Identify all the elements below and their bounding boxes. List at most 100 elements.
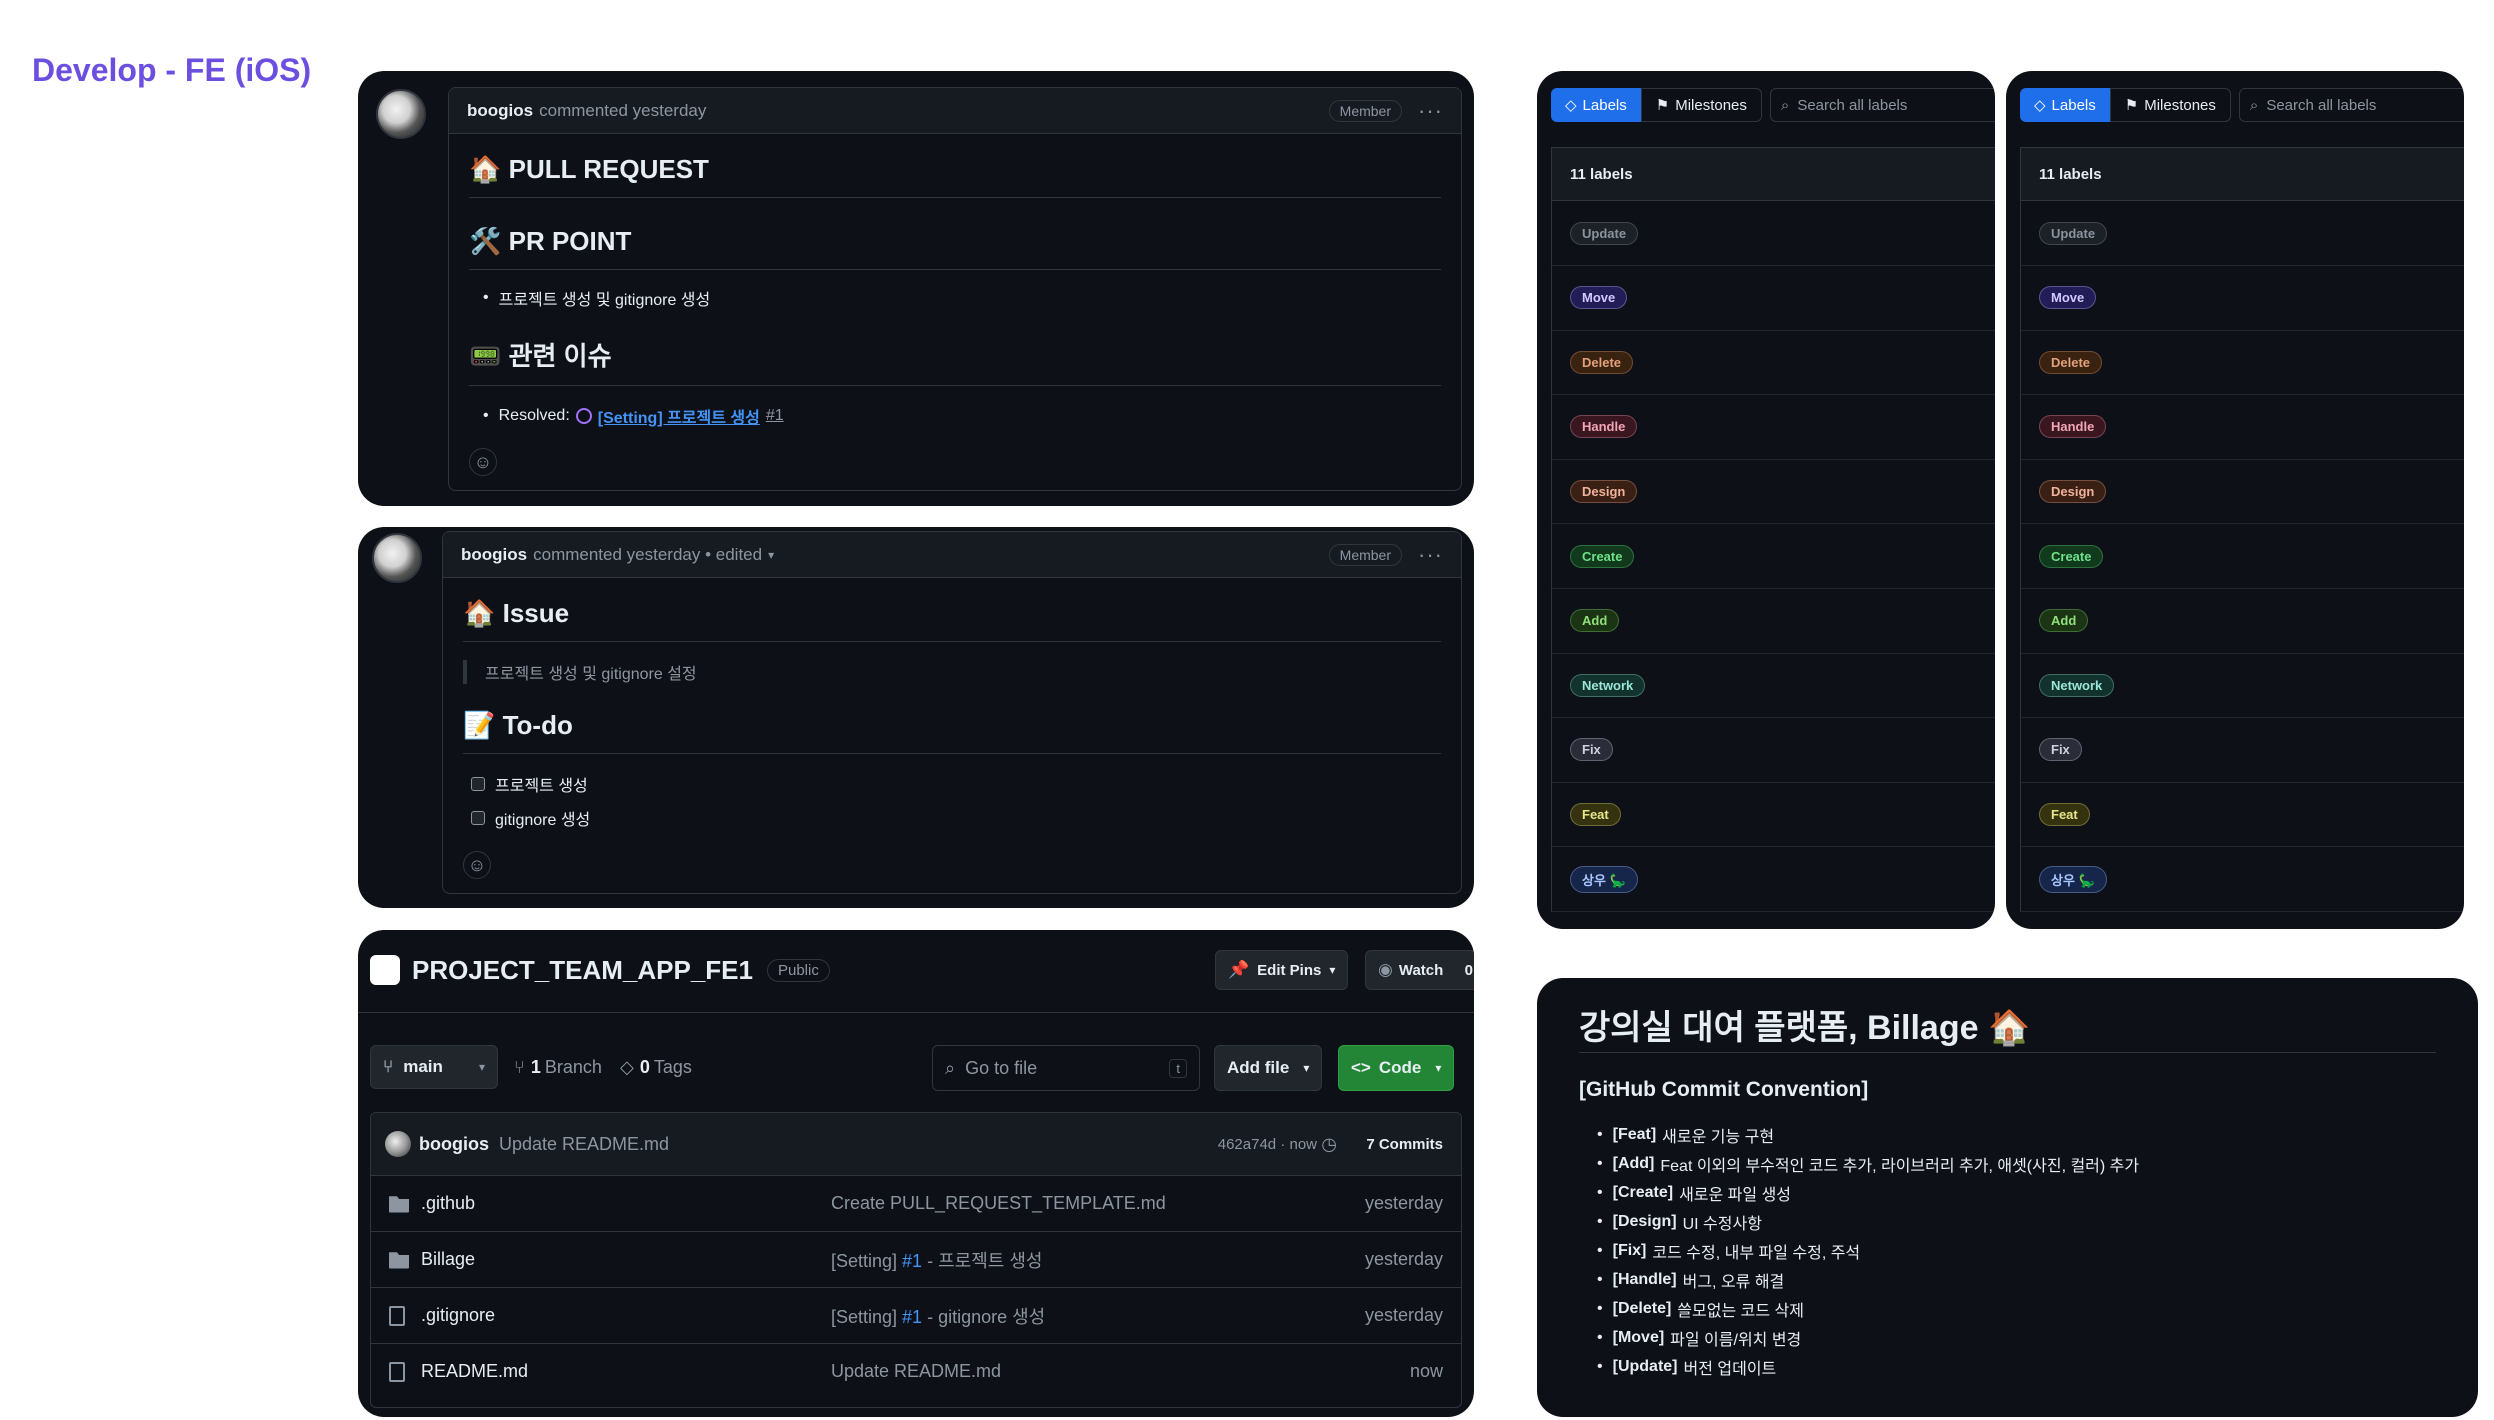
label-row[interactable]: Move <box>1551 265 1995 331</box>
tag-icon: ◇ <box>1565 97 1577 114</box>
label-row[interactable]: Feat <box>2020 782 2464 848</box>
file-row[interactable]: Billage [Setting] #1 - 프로젝트 생성 yesterday <box>371 1231 1461 1287</box>
file-row[interactable]: .gitignore [Setting] #1 - gitignore 생성 y… <box>371 1287 1461 1343</box>
label-pill[interactable]: 상우 🦕 <box>1570 865 1638 893</box>
label-row[interactable]: Fix <box>1551 717 1995 783</box>
add-reaction-icon[interactable]: ☺ <box>463 851 491 879</box>
code-button[interactable]: <> Code ▾ <box>1338 1045 1455 1091</box>
resolved-issue-link[interactable]: [Setting] 프로젝트 생성 <box>598 404 760 428</box>
label-pill[interactable]: Handle <box>2039 415 2107 439</box>
label-pill[interactable]: Fix <box>1570 738 1613 762</box>
file-row[interactable]: .github Create PULL_REQUEST_TEMPLATE.md … <box>371 1175 1461 1231</box>
label-pill[interactable]: Delete <box>1570 350 1634 374</box>
tab-milestones[interactable]: ⚑ Milestones <box>1640 88 1762 122</box>
label-pill[interactable]: Design <box>2039 479 2107 503</box>
goto-file-input[interactable]: ⌕ Go to file t <box>932 1045 1200 1091</box>
label-pill[interactable]: 상우 🦕 <box>2039 865 2107 893</box>
label-row[interactable]: Handle <box>2020 394 2464 460</box>
label-pill[interactable]: Move <box>1570 286 1628 310</box>
label-row[interactable]: Delete <box>2020 330 2464 396</box>
add-file-button[interactable]: Add file ▾ <box>1214 1045 1323 1091</box>
label-pill[interactable]: Update <box>1570 221 1639 245</box>
label-pill[interactable]: Create <box>2039 544 2104 568</box>
heading-pull-request: 🏠 PULL REQUEST <box>469 154 1441 198</box>
label-pill[interactable]: Design <box>1570 479 1638 503</box>
convention-list: [Feat]새로운 기능 구현 [Add]Feat 이외의 부수적인 코드 추가… <box>1597 1120 2140 1381</box>
file-commit-message[interactable]: [Setting] #1 - 프로젝트 생성 <box>831 1247 1042 1273</box>
label-pill[interactable]: Fix <box>2039 738 2082 762</box>
label-row[interactable]: Handle <box>1551 394 1995 460</box>
eye-icon: ◉ <box>1378 960 1393 979</box>
label-row[interactable]: Create <box>1551 524 1995 589</box>
label-row[interactable]: Network <box>2020 653 2464 719</box>
issue-comment-panel: boogios commented yesterday • edited ▾ M… <box>358 527 1474 908</box>
file-commit-message[interactable]: Update README.md <box>831 1361 1001 1382</box>
label-row[interactable]: Move <box>2020 265 2464 331</box>
latest-commit-message[interactable]: Update README.md <box>499 1134 669 1155</box>
more-options-icon[interactable]: ··· <box>1418 99 1443 122</box>
label-pill[interactable]: Feat <box>1570 802 1621 826</box>
avatar[interactable] <box>376 89 426 139</box>
label-row[interactable]: Feat <box>1551 782 1995 848</box>
commits-link[interactable]: 7 Commits <box>1366 1136 1443 1153</box>
more-options-icon[interactable]: ··· <box>1418 543 1443 566</box>
label-row[interactable]: Add <box>1551 588 1995 654</box>
label-row[interactable]: Fix <box>2020 717 2464 783</box>
chevron-down-icon[interactable]: ▾ <box>768 548 774 562</box>
label-row[interactable]: 상우 🦕 <box>1551 847 1995 912</box>
branches-link[interactable]: ⑂ 1 Branch <box>514 1045 602 1089</box>
label-row[interactable]: 상우 🦕 <box>2020 847 2464 912</box>
tab-milestones[interactable]: ⚑ Milestones <box>2109 88 2231 122</box>
label-pill[interactable]: Update <box>2039 221 2108 245</box>
tab-labels[interactable]: ◇ Labels <box>2020 88 2110 122</box>
label-row[interactable]: Create <box>2020 524 2464 589</box>
label-pill[interactable]: Network <box>1570 673 1646 697</box>
label-pill[interactable]: Move <box>2039 286 2097 310</box>
comment-author[interactable]: boogios <box>467 101 533 121</box>
label-pill[interactable]: Handle <box>1570 415 1638 439</box>
latest-commit-author[interactable]: boogios <box>419 1134 489 1155</box>
label-row[interactable]: Design <box>1551 459 1995 525</box>
resolved-label: Resolved: <box>498 407 570 424</box>
watch-button[interactable]: ◉ Watch 0 <box>1365 950 1474 990</box>
latest-commit-hash[interactable]: 462a74d · now <box>1218 1136 1317 1153</box>
label-pill[interactable]: Delete <box>2039 350 2103 374</box>
label-row[interactable]: Update <box>2020 201 2464 266</box>
avatar[interactable] <box>385 1131 411 1157</box>
label-search-input[interactable]: ⌕ Search all labels <box>2238 88 2464 122</box>
label-row[interactable]: Delete <box>1551 330 1995 396</box>
label-row[interactable]: Design <box>2020 459 2464 525</box>
latest-commit-bar: boogios Update README.md 462a74d · now ◷… <box>371 1113 1461 1175</box>
member-badge: Member <box>1328 543 1403 566</box>
file-name[interactable]: README.md <box>421 1361 528 1382</box>
file-name[interactable]: Billage <box>421 1249 475 1270</box>
branch-select[interactable]: ⑂ main ▾ <box>370 1045 498 1089</box>
label-pill[interactable]: Create <box>1570 544 1635 568</box>
file-commit-message[interactable]: [Setting] #1 - gitignore 생성 <box>831 1303 1045 1329</box>
label-row[interactable]: Add <box>2020 588 2464 654</box>
file-commit-message[interactable]: Create PULL_REQUEST_TEMPLATE.md <box>831 1193 1166 1214</box>
edit-pins-button[interactable]: 📌 Edit Pins ▾ <box>1215 950 1349 990</box>
add-file-label: Add file <box>1227 1058 1290 1077</box>
comment-author[interactable]: boogios <box>461 545 527 565</box>
label-row[interactable]: Update <box>1551 201 1995 266</box>
todo-label: 프로젝트 생성 <box>495 778 588 795</box>
resolved-issue-number[interactable]: #1 <box>766 407 784 425</box>
todo-checkbox[interactable] <box>471 777 485 791</box>
add-reaction-icon[interactable]: ☺ <box>469 448 497 476</box>
tags-label: Tags <box>653 1056 692 1077</box>
label-pill[interactable]: Add <box>1570 609 1620 633</box>
label-row[interactable]: Network <box>1551 653 1995 719</box>
file-row[interactable]: README.md Update README.md now <box>371 1343 1461 1399</box>
tags-link[interactable]: ◇ 0 Tags <box>620 1045 692 1089</box>
label-pill[interactable]: Add <box>2039 609 2089 633</box>
file-name[interactable]: .github <box>421 1193 475 1214</box>
label-pill[interactable]: Network <box>2039 673 2115 697</box>
todo-checkbox[interactable] <box>471 811 485 825</box>
label-pill[interactable]: Feat <box>2039 802 2090 826</box>
file-name[interactable]: .gitignore <box>421 1305 495 1326</box>
repo-name[interactable]: PROJECT_TEAM_APP_FE1 <box>412 955 753 986</box>
avatar[interactable] <box>372 533 422 583</box>
tab-labels[interactable]: ◇ Labels <box>1551 88 1641 122</box>
label-search-input[interactable]: ⌕ Search all labels <box>1769 88 1995 122</box>
